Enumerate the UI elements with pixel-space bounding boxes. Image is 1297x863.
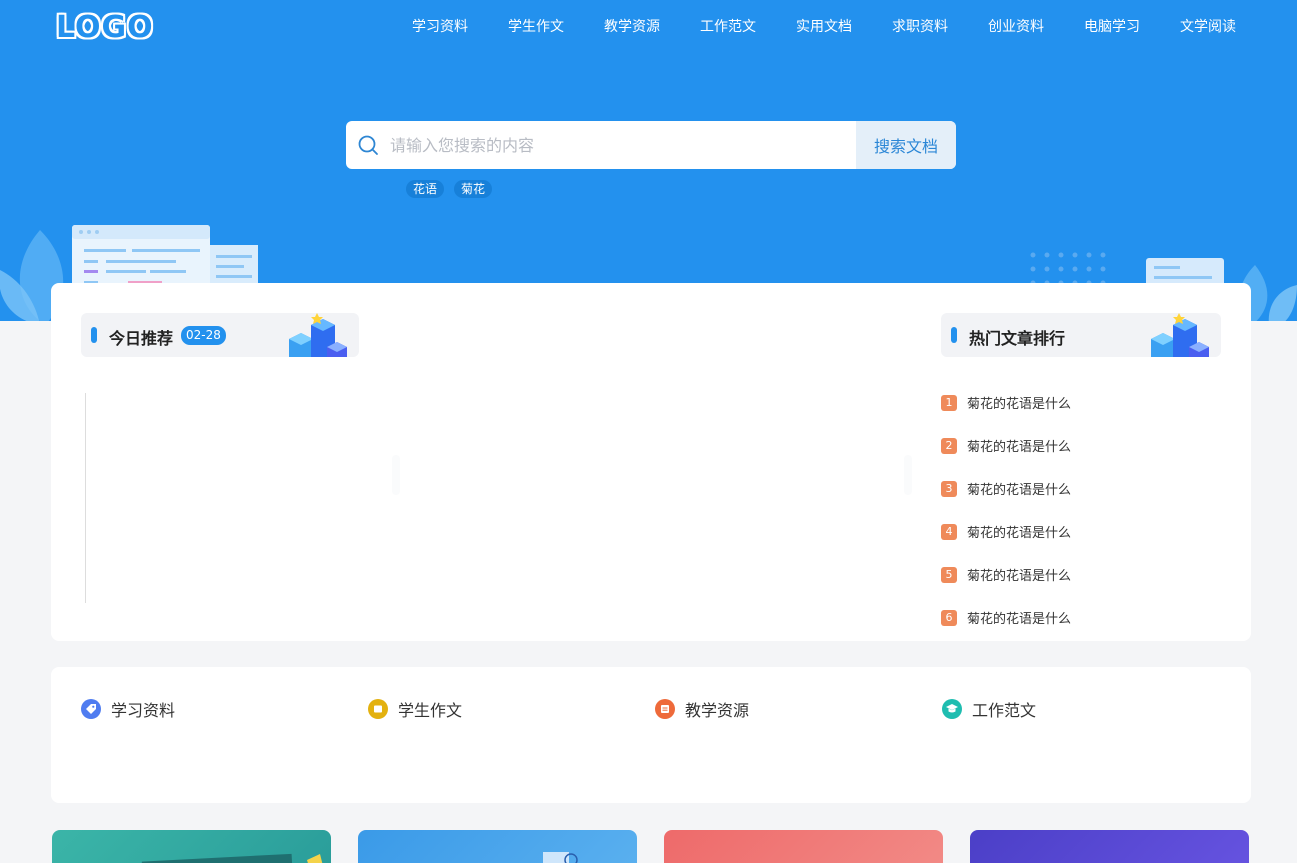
rank-badge: 4 bbox=[941, 523, 957, 540]
rank-badge: 2 bbox=[941, 437, 957, 454]
graduation-cap-icon bbox=[942, 699, 962, 719]
nav-item-practical[interactable]: 实用文档 bbox=[776, 18, 872, 36]
recommend-card: 今日推荐 02-28 热门文章排行 1 菊花的花语是什么 2 菊花的花语是什么 3菊… bbox=[51, 283, 1251, 641]
featured-thumbnail-4[interactable] bbox=[970, 830, 1249, 863]
ranking-item-title[interactable]: 菊花的花语是什么 bbox=[967, 436, 1071, 455]
cubes-icon bbox=[1151, 313, 1209, 357]
search-tag[interactable]: 菊花 bbox=[454, 180, 493, 198]
top-nav: 学习资料 学生作文 教学资源 工作范文 实用文档 求职资料 创业资料 电脑学习 … bbox=[392, 18, 1256, 36]
rank-badge: 3 bbox=[941, 480, 957, 497]
recommend-list-area bbox=[85, 393, 912, 603]
today-recommend-header: 今日推荐 02-28 bbox=[81, 313, 359, 357]
hot-ranking-list: 1 菊花的花语是什么 2 菊花的花语是什么 3 菊花的花语是什么 4 菊花的花语是什么 … bbox=[941, 381, 1071, 639]
ranking-item-title[interactable]: 菊花的花语是什么 bbox=[967, 608, 1071, 627]
category-label: 教学资源 bbox=[685, 701, 750, 720]
search-icon bbox=[346, 121, 390, 169]
nav-item-literature[interactable]: 文学阅读 bbox=[1160, 18, 1256, 36]
ranking-item-title[interactable]: 菊花的花语是什么 bbox=[967, 565, 1071, 584]
ranking-item[interactable]: 2 菊花的花语是什么 bbox=[941, 424, 1071, 467]
nav-item-study[interactable]: 学习资料 bbox=[392, 18, 488, 36]
search-box: 搜索文档 bbox=[346, 121, 956, 169]
featured-thumbnail-3[interactable] bbox=[664, 830, 943, 863]
carousel-next-handle[interactable] bbox=[904, 455, 912, 495]
nav-item-work[interactable]: 工作范文 bbox=[680, 18, 776, 36]
search-button[interactable]: 搜索文档 bbox=[856, 121, 956, 169]
book-icon bbox=[655, 699, 675, 719]
category-label: 学生作文 bbox=[398, 701, 463, 720]
carousel-prev-handle[interactable] bbox=[392, 455, 400, 495]
note-icon bbox=[368, 699, 388, 719]
ranking-item[interactable]: 6 菊花的花语是什么 bbox=[941, 596, 1071, 639]
ranking-item-title[interactable]: 菊花的花语是什么 bbox=[967, 393, 1071, 412]
ranking-item-title[interactable]: 菊花的花语是什么 bbox=[967, 479, 1071, 498]
nav-item-computer[interactable]: 电脑学习 bbox=[1064, 18, 1160, 36]
hot-search-tags: 花语 菊花 bbox=[406, 180, 493, 198]
site-logo[interactable]: LOGO bbox=[56, 10, 154, 45]
nav-item-startup[interactable]: 创业资料 bbox=[968, 18, 1064, 36]
ranking-item[interactable]: 5 菊花的花语是什么 bbox=[941, 553, 1071, 596]
rank-badge: 1 bbox=[941, 394, 957, 411]
section-marker bbox=[951, 327, 957, 343]
hot-ranking-header: 热门文章排行 bbox=[941, 313, 1221, 357]
search-tag[interactable]: 花语 bbox=[406, 180, 445, 198]
rank-badge: 5 bbox=[941, 566, 957, 583]
category-study[interactable]: 学习资料 bbox=[81, 697, 175, 721]
section-marker bbox=[91, 327, 97, 343]
rank-badge: 6 bbox=[941, 609, 957, 626]
nav-item-essay[interactable]: 学生作文 bbox=[488, 18, 584, 36]
category-teaching[interactable]: 教学资源 bbox=[655, 697, 749, 721]
category-essay[interactable]: 学生作文 bbox=[368, 697, 462, 721]
search-input[interactable] bbox=[390, 121, 856, 169]
featured-thumbnail-2[interactable] bbox=[358, 830, 637, 863]
date-badge: 02-28 bbox=[181, 326, 226, 345]
ranking-item[interactable]: 3 菊花的花语是什么 bbox=[941, 467, 1071, 510]
category-card: 学习资料 学生作文 教学资源 工作范文 bbox=[51, 667, 1251, 803]
nav-item-teaching[interactable]: 教学资源 bbox=[584, 18, 680, 36]
nav-item-job[interactable]: 求职资料 bbox=[872, 18, 968, 36]
cubes-icon bbox=[289, 313, 347, 357]
category-label: 学习资料 bbox=[111, 701, 176, 720]
ranking-item-title[interactable]: 菊花的花语是什么 bbox=[967, 522, 1071, 541]
today-recommend-title: 今日推荐 bbox=[109, 329, 174, 348]
hot-ranking-title: 热门文章排行 bbox=[969, 329, 1066, 348]
category-label: 工作范文 bbox=[972, 701, 1037, 720]
featured-thumbnail-1[interactable] bbox=[52, 830, 331, 863]
category-work[interactable]: 工作范文 bbox=[942, 697, 1036, 721]
ranking-item[interactable]: 1 菊花的花语是什么 bbox=[941, 381, 1071, 424]
ranking-item[interactable]: 4 菊花的花语是什么 bbox=[941, 510, 1071, 553]
tag-icon bbox=[81, 699, 101, 719]
